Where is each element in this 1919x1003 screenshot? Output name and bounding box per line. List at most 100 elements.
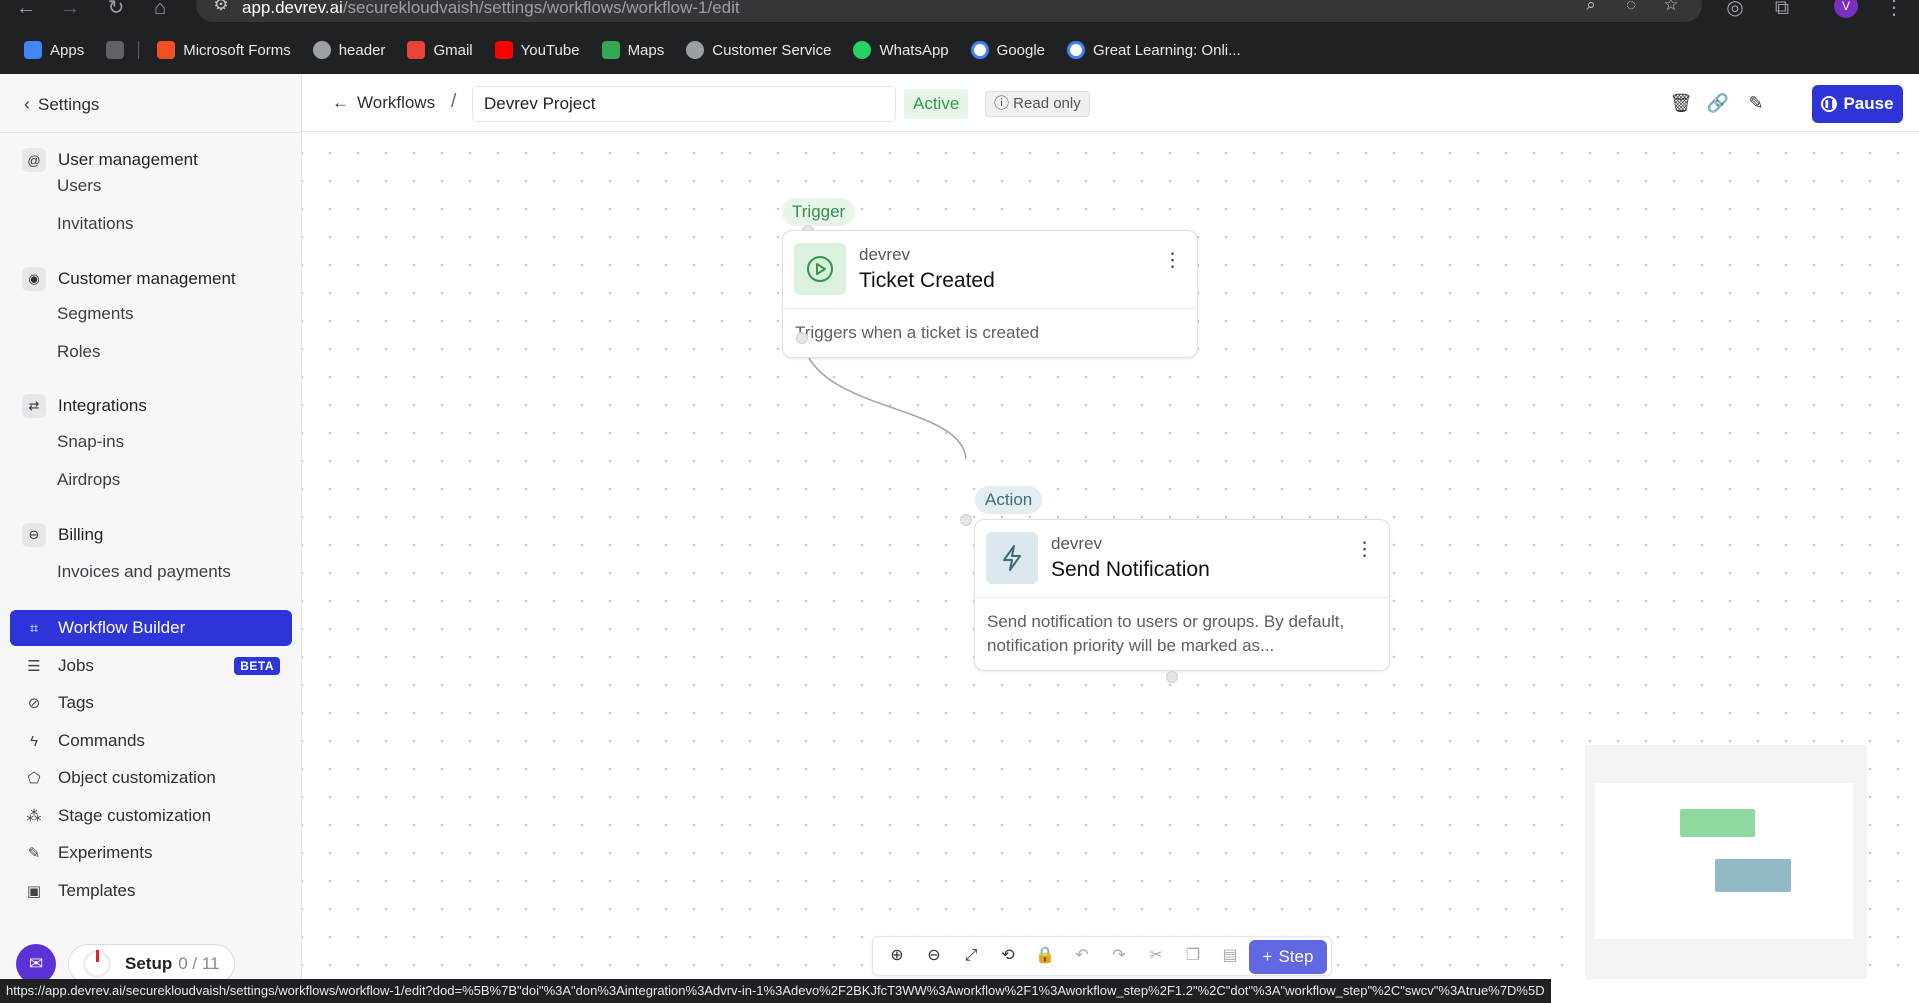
nav-label: Commands [58,731,145,750]
address-text[interactable]: app.devrev.ai/securekloudvaish/settings/… [242,0,740,18]
sidebar-item-roles[interactable]: Roles [57,342,100,362]
setup-progress-button[interactable]: Setup 0 / 11 [68,944,235,984]
billing-icon: ⊖ [22,523,46,547]
pentagon-icon: ⬠ [27,770,41,787]
sidebar-item-commands[interactable]: ϟ Commands [10,723,292,759]
bookmark-google[interactable]: Google [970,41,1045,59]
bookmark-separator [138,41,140,59]
copy-icon[interactable]: ❐ [1179,942,1207,970]
kebab-menu-icon[interactable]: ⋮ [1163,251,1182,270]
clipboard-icon[interactable]: ▤ [1216,942,1244,970]
canvas-toolbar: ⊕ ⊖ ⤢ ⟲ 🔒 ↶ ↷ ✂ ❐ ▤ + Step [872,936,1332,976]
lock-icon[interactable]: 🔒 [1031,942,1059,970]
bookmark-label: Maps [627,41,665,59]
tab-grid-button[interactable] [106,41,125,59]
star-icon[interactable]: ☆ [1660,0,1682,16]
minimap[interactable] [1585,745,1867,979]
youtube-icon [494,41,513,59]
home-icon[interactable]: ⌂ [148,0,172,20]
zoom-in-icon[interactable]: ⊕ [883,942,911,970]
fit-view-icon[interactable]: ⤢ [957,942,985,970]
link-icon[interactable]: 🔗 [1706,91,1730,115]
sidebar-item-tags[interactable]: ⊘ Tags [10,685,292,721]
history-icon[interactable]: ⟲ [994,942,1022,970]
bookmark-whatsapp[interactable]: WhatsApp [853,41,949,59]
minimap-viewport [1595,783,1853,939]
bookmark-maps[interactable]: Maps [601,41,665,59]
trigger-output-port[interactable] [796,332,808,344]
zoom-icon[interactable]: ⌕ [1580,0,1602,16]
bolt-icon: ϟ [30,732,38,750]
sidebar-item-airdrops[interactable]: Airdrops [57,470,120,490]
kebab-menu-icon[interactable]: ⋮ [1882,0,1906,20]
nav-label: Tags [58,693,94,712]
sidebar-item-jobs[interactable]: ☰ Jobs BETA [10,648,292,684]
bookmark-apps[interactable]: Apps [24,41,84,59]
back-arrow-icon[interactable]: ← [14,0,38,20]
forward-arrow-icon[interactable]: → [58,0,82,20]
sidebar-item-experiments[interactable]: ✎ Experiments [10,835,292,871]
bookmark-great-learning[interactable]: Great Learning: Onli... [1067,41,1241,59]
sidebar-item-invitations[interactable]: Invitations [57,214,134,234]
pause-button[interactable]: ❚❚ Pause [1812,85,1903,123]
chevron-left-icon: ‹ [24,94,30,114]
breadcrumb-workflows[interactable]: ← Workflows [332,93,435,113]
group-integrations: ⇄ Integrations [22,394,147,418]
sidebar-item-snap-ins[interactable]: Snap-ins [57,432,124,452]
back-to-settings[interactable]: ‹ Settings [24,94,99,115]
bookmark-label: YouTube [520,41,580,59]
redo-icon[interactable]: ↷ [1105,942,1133,970]
bookmark-header[interactable]: header [312,41,386,59]
bookmark-gmail[interactable]: Gmail [407,41,473,59]
sidebar-item-object-customization[interactable]: ⬠ Object customization [10,760,292,796]
trigger-tag: Trigger [782,198,856,226]
nav-label: Stage customization [58,806,212,825]
bookmark-microsoft-forms[interactable]: Microsoft Forms [157,41,291,59]
sidebar-item-stage-customization[interactable]: ⁂ Stage customization [10,798,292,834]
chat-button[interactable]: ✉ [16,944,56,984]
kebab-menu-icon[interactable]: ⋮ [1355,540,1374,559]
arrow-left-icon: ← [332,93,349,112]
reload-icon[interactable]: ↻ [104,0,128,20]
bookmark-label: WhatsApp [879,41,949,59]
trigger-node[interactable]: devrev Ticket Created ⋮ Triggers when a … [782,230,1198,358]
bookmark-label: Apps [50,41,85,59]
bookmark-youtube[interactable]: YouTube [494,41,580,59]
bookmark-customer-service[interactable]: Customer Service [686,41,831,59]
address-bar[interactable]: ⚙ app.devrev.ai/securekloudvaish/setting… [196,0,1702,22]
sidebar-item-templates[interactable]: ▣ Templates [10,873,292,909]
action-output-port[interactable] [1166,671,1178,683]
google-icon [970,41,989,59]
bookmark-label: Customer Service [712,41,832,59]
pencil-icon[interactable]: ✎ [1744,91,1768,115]
sidebar-item-invoices[interactable]: Invoices and payments [57,562,231,582]
pause-label: Pause [1843,94,1894,113]
add-step-button[interactable]: + Step [1249,940,1327,974]
workflow-icon: ⌗ [29,619,39,637]
trash-icon[interactable]: 🗑 [1669,91,1693,115]
sidebar-item-workflow-builder[interactable]: ⌗ Workflow Builder [10,610,292,646]
nav-label: Object customization [58,768,216,787]
puzzle-icon[interactable]: ⧉ [1770,0,1794,20]
tag-icon: ⊘ [27,695,41,712]
site-info-icon[interactable]: ⚙ [210,0,232,16]
undo-icon[interactable]: ↶ [1068,942,1096,970]
workflow-name-input[interactable] [472,86,896,122]
back-label: Settings [38,94,100,114]
nav-label: Workflow Builder [58,618,186,637]
action-node[interactable]: devrev Send Notification ⋮ Send notifica… [974,519,1390,671]
integrations-icon: ⇄ [22,394,46,418]
extension-icon[interactable]: ◎ [1723,0,1747,20]
maps-icon [601,41,620,59]
browser-chrome: ← → ↻ ⌂ ⚙ app.devrev.ai/securekloudvaish… [0,0,1919,74]
profile-avatar[interactable]: V [1834,0,1858,18]
readonly-label: Read only [1013,95,1081,112]
eye-off-icon[interactable]: ◌ [1620,0,1642,16]
scissors-icon[interactable]: ✂ [1142,942,1170,970]
bookmark-label: header [338,41,386,59]
browser-toolbar: ← → ↻ ⌂ ⚙ app.devrev.ai/securekloudvaish… [0,0,1919,30]
action-input-port[interactable] [960,514,972,526]
sidebar-item-segments[interactable]: Segments [57,304,134,324]
sidebar-item-users[interactable]: Users [57,176,101,196]
zoom-out-icon[interactable]: ⊖ [920,942,948,970]
